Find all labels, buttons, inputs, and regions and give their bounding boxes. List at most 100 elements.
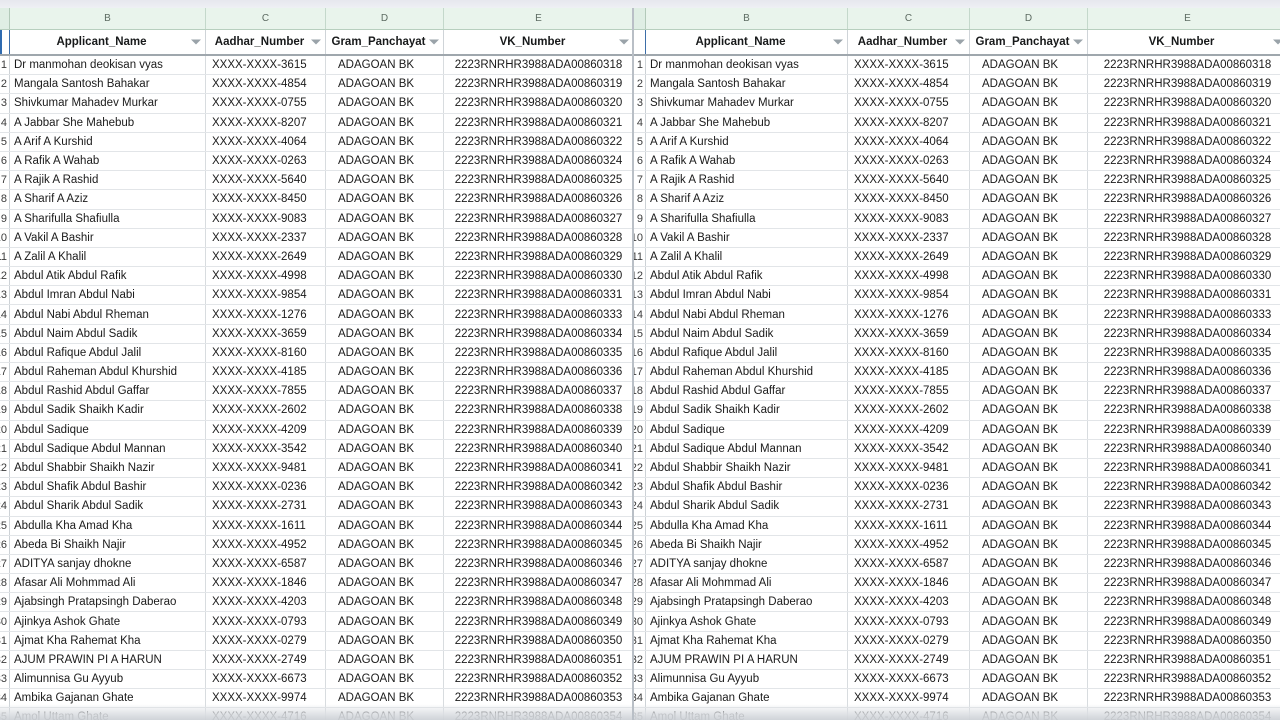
cell-vk-number[interactable]: 2223RNRHR3988ADA00860341: [1088, 459, 1280, 477]
row-number[interactable]: 21: [0, 439, 10, 458]
row-number[interactable]: 6: [632, 151, 646, 171]
row-number[interactable]: 24: [632, 497, 646, 516]
cell-vk-number[interactable]: 2223RNRHR3988ADA00860349: [1088, 612, 1280, 630]
cell-applicant-name[interactable]: ADITYA sanjay dhokne: [10, 554, 206, 574]
cell-aadhar-number[interactable]: XXXX-XXXX-1611: [848, 516, 970, 535]
cell-aadhar-number[interactable]: XXXX-XXXX-4998: [848, 267, 970, 286]
cell-applicant-name[interactable]: A Zalil A Khalil: [10, 247, 206, 267]
row-number[interactable]: 22: [0, 458, 10, 478]
cell-applicant-name[interactable]: Dr manmohan deokisan vyas: [646, 56, 848, 75]
cell-aadhar-number[interactable]: XXXX-XXXX-2749: [206, 650, 326, 669]
cell-gram-panchayat[interactable]: ADAGOAN BK: [326, 363, 444, 382]
spreadsheet-pane-left[interactable]: B C D E Applicant_Name Aadhar_Number Gra…: [0, 8, 632, 720]
table-row[interactable]: 24Abdul Sharik Abdul SadikXXXX-XXXX-2731…: [0, 497, 632, 517]
cell-applicant-name[interactable]: Abeda Bi Shaikh Najir: [646, 535, 848, 554]
cell-gram-panchayat[interactable]: ADAGOAN BK: [970, 478, 1088, 497]
cell-aadhar-number[interactable]: XXXX-XXXX-6673: [848, 670, 970, 689]
cell-aadhar-number[interactable]: XXXX-XXXX-0793: [206, 612, 326, 631]
filter-dropdown-icon[interactable]: [1073, 39, 1083, 45]
cell-aadhar-number[interactable]: XXXX-XXXX-9854: [206, 286, 326, 305]
cell-aadhar-number[interactable]: XXXX-XXXX-9854: [848, 286, 970, 305]
cell-gram-panchayat[interactable]: ADAGOAN BK: [326, 305, 444, 324]
table-row[interactable]: 17Abdul Raheman Abdul KhurshidXXXX-XXXX-…: [0, 363, 632, 383]
cell-gram-panchayat[interactable]: ADAGOAN BK: [326, 94, 444, 113]
cell-applicant-name[interactable]: Abdul Imran Abdul Nabi: [10, 286, 206, 305]
cell-vk-number[interactable]: 2223RNRHR3988ADA00860352: [1088, 670, 1280, 688]
cell-gram-panchayat[interactable]: ADAGOAN BK: [970, 171, 1088, 190]
row-number[interactable]: 12: [632, 267, 646, 286]
table-row[interactable]: 9A Sharifulla Shafiulla XXXX-XXXX-9083 ADA…: [632, 209, 1280, 229]
cell-aadhar-number[interactable]: XXXX-XXXX-0263: [206, 151, 326, 171]
cell-vk-number[interactable]: 2223RNRHR3988ADA00860339: [444, 421, 632, 439]
table-row[interactable]: 12Abdul Atik Abdul RafikXXXX-XXXX-4998AD…: [0, 267, 632, 287]
row-number[interactable]: 11: [632, 247, 646, 267]
cell-aadhar-number[interactable]: XXXX-XXXX-4716: [206, 708, 326, 720]
cell-aadhar-number[interactable]: XXXX-XXXX-3659: [206, 324, 326, 343]
spreadsheet-pane-right[interactable]: B C D E Applicant_Name Aadhar_Number Gra…: [632, 8, 1280, 720]
filter-dropdown-icon[interactable]: [833, 39, 843, 45]
table-row[interactable]: 4A Jabbar She Mahebub XXXX-XXXX-8207 ADAGO…: [0, 113, 632, 133]
cell-vk-number[interactable]: 2223RNRHR3988ADA00860345: [444, 536, 632, 554]
table-row[interactable]: 15Abdul Naim Abdul SadikXXXX-XXXX-3659AD…: [0, 324, 632, 344]
cell-vk-number[interactable]: 2223RNRHR3988ADA00860346: [444, 555, 632, 573]
cell-vk-number[interactable]: 2223RNRHR3988ADA00860319: [1088, 75, 1280, 93]
row-number[interactable]: 29: [632, 593, 646, 612]
cell-vk-number[interactable]: 2223RNRHR3988ADA00860329: [444, 248, 632, 266]
table-row[interactable]: 14Abdul Nabi Abdul RhemanXXXX-XXXX-1276A…: [632, 305, 1280, 325]
cell-aadhar-number[interactable]: XXXX-XXXX-1846: [206, 574, 326, 593]
cell-gram-panchayat[interactable]: ADAGOAN BK: [326, 286, 444, 305]
cell-applicant-name[interactable]: Abdulla Kha Amad Kha: [10, 516, 206, 535]
table-row[interactable]: 17Abdul Raheman Abdul KhurshidXXXX-XXXX-…: [632, 363, 1280, 383]
cell-aadhar-number[interactable]: XXXX-XXXX-9974: [848, 689, 970, 708]
cell-gram-panchayat[interactable]: ADAGOAN BK: [970, 612, 1088, 631]
row-number[interactable]: 9: [0, 209, 10, 228]
table-row[interactable]: 23Abdul Shafik Abdul BashirXXXX-XXXX-023…: [632, 478, 1280, 498]
cell-applicant-name[interactable]: Shivkumar Mahadev Murkar: [10, 94, 206, 113]
table-row[interactable]: 32AJUM PRAWIN PI A HARUNXXXX-XXXX-2749AD…: [632, 650, 1280, 670]
cell-vk-number[interactable]: 2223RNRHR3988ADA00860337: [444, 382, 632, 400]
cell-applicant-name[interactable]: Abdul Sadik Shaikh Kadir: [10, 401, 206, 420]
row-number[interactable]: 20: [0, 420, 10, 439]
filter-dropdown-icon[interactable]: [619, 39, 629, 45]
cell-aadhar-number[interactable]: XXXX-XXXX-4185: [206, 363, 326, 382]
header-aadhar-number[interactable]: Aadhar_Number: [848, 30, 970, 54]
cell-applicant-name[interactable]: Amol Uttam Ghate: [10, 708, 206, 720]
cell-vk-number[interactable]: 2223RNRHR3988ADA00860342: [1088, 478, 1280, 496]
cell-applicant-name[interactable]: Amol Uttam Ghate: [646, 708, 848, 720]
table-row[interactable]: 33Alimunnisa Gu AyyubXXXX-XXXX-6673ADAGO…: [0, 670, 632, 690]
cell-aadhar-number[interactable]: XXXX-XXXX-1846: [848, 574, 970, 593]
row-number[interactable]: 10: [632, 228, 646, 247]
cell-gram-panchayat[interactable]: ADAGOAN BK: [970, 497, 1088, 516]
header-vk-number[interactable]: VK_Number: [1088, 30, 1280, 54]
row-number[interactable]: 17: [632, 363, 646, 382]
table-row[interactable]: 3 Shivkumar Mahadev Murkar XXXX-XXXX-0755 A…: [632, 94, 1280, 114]
cell-gram-panchayat[interactable]: ADAGOAN BK: [326, 593, 444, 612]
cell-gram-panchayat[interactable]: ADAGOAN BK: [970, 650, 1088, 669]
cell-aadhar-number[interactable]: XXXX-XXXX-2602: [848, 401, 970, 420]
cell-applicant-name[interactable]: A Zalil A Khalil: [646, 247, 848, 267]
table-row[interactable]: 4A Jabbar She Mahebub XXXX-XXXX-8207 ADAGO…: [632, 113, 1280, 133]
table-row[interactable]: 22Abdul Shabbir Shaikh NazirXXXX-XXXX-94…: [632, 458, 1280, 479]
row-number[interactable]: 13: [0, 286, 10, 305]
row-number[interactable]: 34: [0, 689, 10, 708]
cell-vk-number[interactable]: 2223RNRHR3988ADA00860350: [444, 632, 632, 650]
cell-applicant-name[interactable]: Abdul Shafik Abdul Bashir: [646, 478, 848, 497]
cell-gram-panchayat[interactable]: ADAGOAN BK: [326, 190, 444, 209]
cell-vk-number[interactable]: 2223RNRHR3988ADA00860345: [1088, 536, 1280, 554]
cell-aadhar-number[interactable]: XXXX-XXXX-4209: [848, 420, 970, 439]
cell-aadhar-number[interactable]: XXXX-XXXX-9083: [206, 209, 326, 228]
row-number[interactable]: 18: [0, 382, 10, 401]
table-row[interactable]: 23Abdul Shafik Abdul BashirXXXX-XXXX-023…: [0, 478, 632, 498]
header-applicant-name[interactable]: Applicant_Name: [646, 30, 848, 54]
cell-vk-number[interactable]: 2223RNRHR3988ADA00860334: [1088, 325, 1280, 343]
row-number[interactable]: 15: [0, 324, 10, 343]
cell-gram-panchayat[interactable]: ADAGOAN BK: [970, 708, 1088, 720]
cell-vk-number[interactable]: 2223RNRHR3988ADA00860335: [1088, 344, 1280, 362]
row-number[interactable]: 7: [632, 171, 646, 190]
cell-gram-panchayat[interactable]: ADAGOAN BK: [970, 689, 1088, 708]
table-row[interactable]: 28Afasar Ali Mohmmad AliXXXX-XXXX-1846AD…: [632, 574, 1280, 594]
cell-applicant-name[interactable]: A Rafik A Wahab: [646, 151, 848, 171]
cell-applicant-name[interactable]: Ajabsingh Pratapsingh Daberao: [646, 593, 848, 612]
cell-applicant-name[interactable]: Abdul Sharik Abdul Sadik: [10, 497, 206, 516]
header-gram-panchayat[interactable]: Gram_Panchayat: [326, 30, 444, 54]
